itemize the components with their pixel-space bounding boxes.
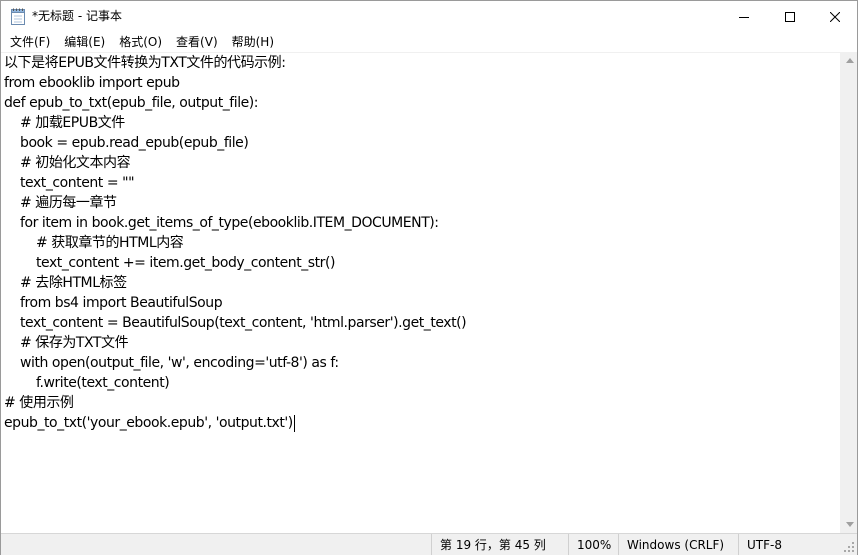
line-ending: Windows (CRLF) xyxy=(618,534,738,555)
editor-line: text_content = BeautifulSoup(text_conten… xyxy=(4,315,467,331)
editor-line: with open(output_file, 'w', encoding='ut… xyxy=(4,355,339,371)
menu-file[interactable]: 文件(F) xyxy=(3,33,57,51)
editor-line: # 遍历每一章节 xyxy=(4,195,117,211)
editor-line: text_content += item.get_body_content_st… xyxy=(4,255,336,271)
menu-help[interactable]: 帮助(H) xyxy=(225,33,281,51)
editor-line: from ebooklib import epub xyxy=(4,75,180,91)
title-bar[interactable]: *无标题 - 记事本 xyxy=(1,1,857,32)
editor-line: # 保存为TXT文件 xyxy=(4,335,129,351)
editor-line-last: epub_to_txt('your_ebook.epub', 'output.t… xyxy=(4,413,466,433)
menu-bar: 文件(F) 编辑(E) 格式(O) 查看(V) 帮助(H) xyxy=(1,32,857,52)
editor-line: from bs4 import BeautifulSoup xyxy=(4,295,223,311)
resize-grip-icon[interactable] xyxy=(843,541,855,553)
editor-line: # 使用示例 xyxy=(4,395,74,411)
scroll-up-button[interactable] xyxy=(841,52,858,69)
editor-line: # 去除HTML标签 xyxy=(4,275,127,291)
minimize-button[interactable] xyxy=(721,1,767,32)
menu-format[interactable]: 格式(O) xyxy=(112,33,169,51)
status-bar: 第 19 行，第 45 列 100% Windows (CRLF) UTF-8 xyxy=(1,533,857,555)
chevron-down-icon xyxy=(845,522,854,527)
zoom-level: 100% xyxy=(568,534,618,555)
notepad-window: *无标题 - 记事本 文件(F) 编辑(E) 格式(O) 查看(V) 帮助(H)… xyxy=(0,0,858,555)
editor-line: 以下是将EPUB文件转换为TXT文件的代码示例: xyxy=(4,55,286,71)
menu-edit[interactable]: 编辑(E) xyxy=(57,33,112,51)
notepad-icon xyxy=(11,8,25,25)
editor-line: # 获取章节的HTML内容 xyxy=(4,235,184,251)
window-title: *无标题 - 记事本 xyxy=(32,9,122,23)
cursor-position: 第 19 行，第 45 列 xyxy=(431,534,568,555)
close-icon xyxy=(830,11,840,22)
editor-line: def epub_to_txt(epub_file, output_file): xyxy=(4,95,259,111)
close-button[interactable] xyxy=(812,1,858,32)
menu-view[interactable]: 查看(V) xyxy=(169,33,225,51)
editor-line: # 加载EPUB文件 xyxy=(4,115,125,131)
editor-content: 以下是将EPUB文件转换为TXT文件的代码示例: from ebooklib i… xyxy=(4,53,467,433)
editor-line: book = epub.read_epub(epub_file) xyxy=(4,135,249,151)
editor-line: f.write(text_content) xyxy=(4,375,170,391)
editor-line: for item in book.get_items_of_type(ebook… xyxy=(4,215,439,231)
scroll-down-button[interactable] xyxy=(841,516,858,533)
editor-line: # 初始化文本内容 xyxy=(4,155,131,171)
chevron-up-icon xyxy=(845,58,854,63)
vertical-scrollbar[interactable] xyxy=(840,52,857,533)
text-caret xyxy=(293,414,295,432)
maximize-icon xyxy=(785,11,795,22)
text-encoding: UTF-8 xyxy=(738,534,841,555)
text-editor[interactable]: 以下是将EPUB文件转换为TXT文件的代码示例: from ebooklib i… xyxy=(1,52,840,533)
minimize-icon xyxy=(739,16,749,18)
maximize-button[interactable] xyxy=(767,1,813,32)
editor-line-text: epub_to_txt('your_ebook.epub', 'output.t… xyxy=(4,415,293,431)
editor-line: text_content = "" xyxy=(4,175,135,191)
